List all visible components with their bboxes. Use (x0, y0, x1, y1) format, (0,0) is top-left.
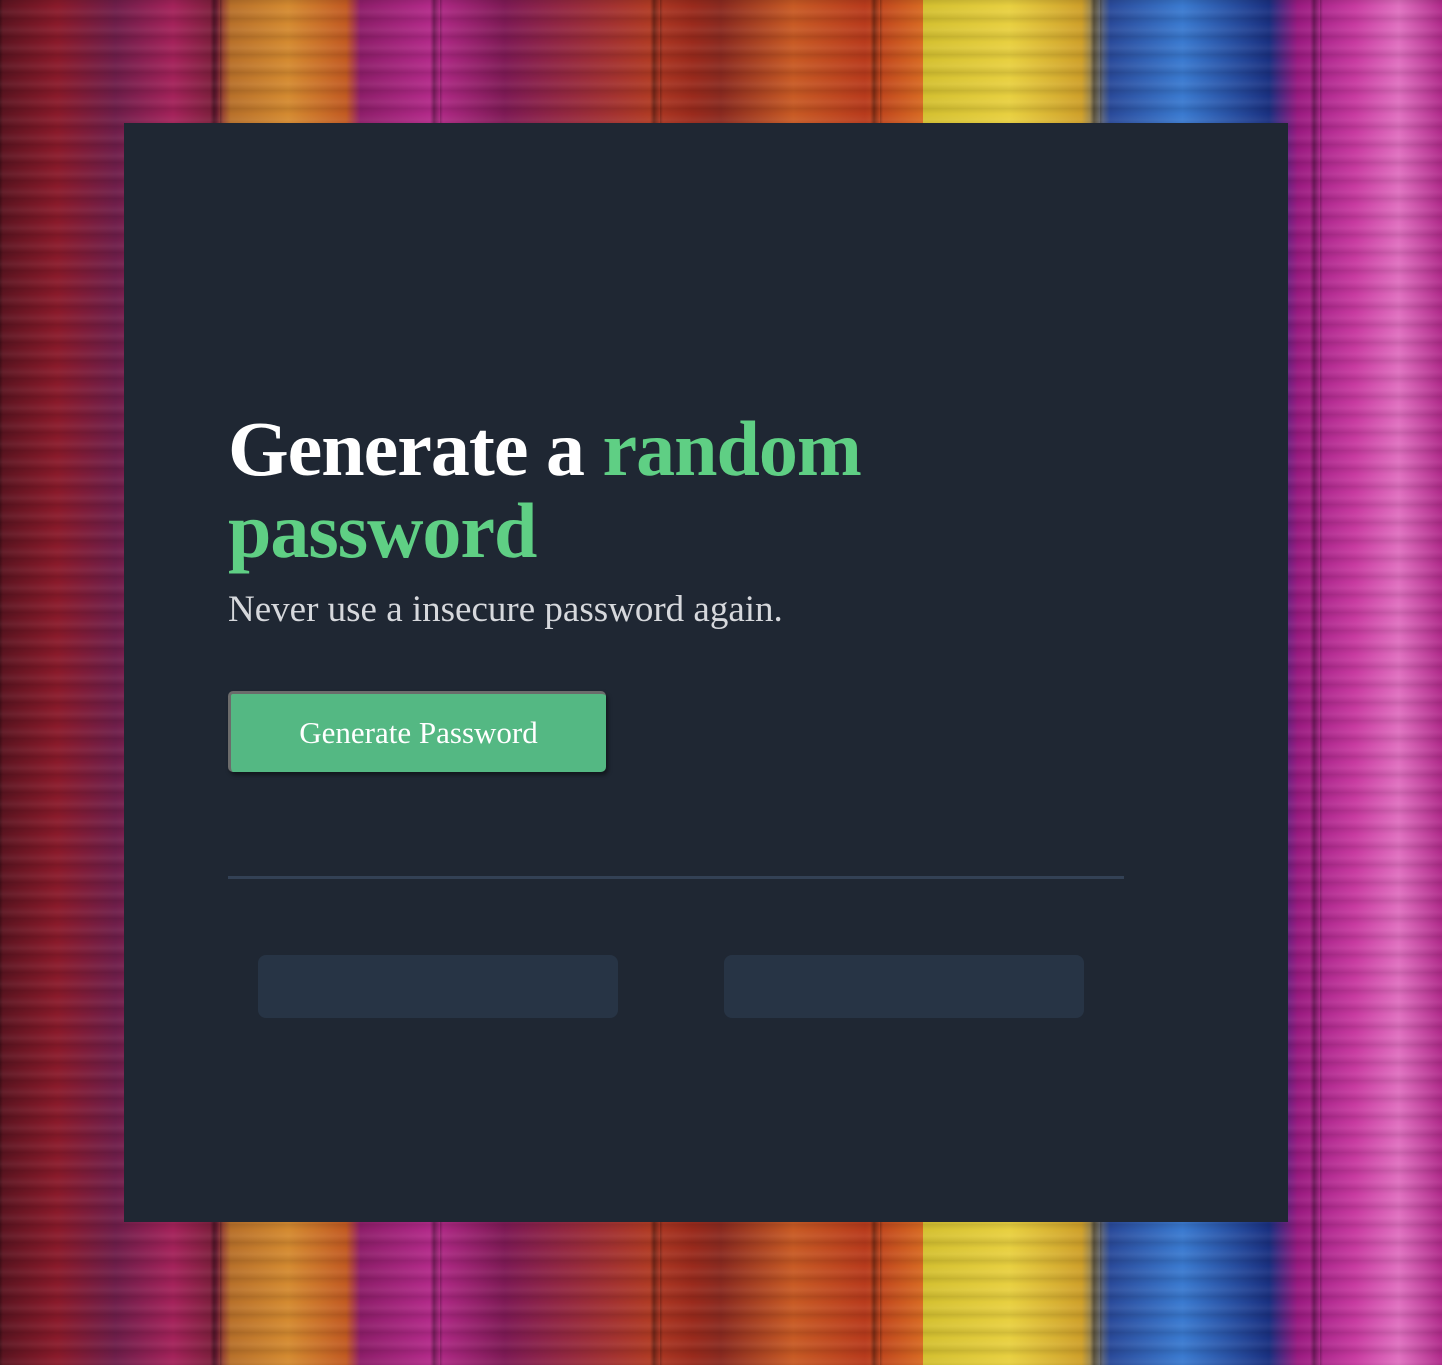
divider (228, 876, 1124, 879)
page-subtitle: Never use a insecure password again. (228, 589, 783, 630)
card-content: Generate a random password Never use a i… (228, 408, 1124, 1018)
generator-card: Generate a random password Never use a i… (124, 123, 1288, 1222)
title-text: Generate a (228, 405, 603, 492)
password-output-2[interactable] (724, 955, 1084, 1018)
password-output-1[interactable] (258, 955, 618, 1018)
page-title: Generate a random password (228, 408, 928, 572)
generate-password-button[interactable]: Generate Password (228, 691, 606, 772)
